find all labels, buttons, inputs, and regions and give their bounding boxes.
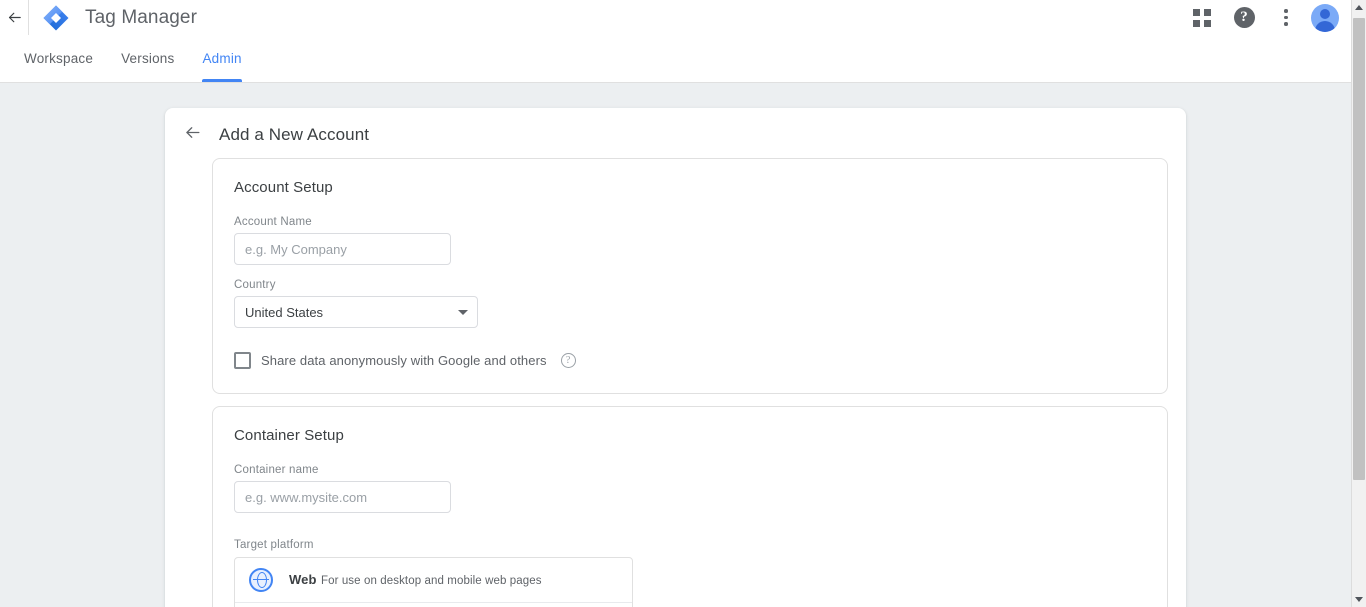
platform-option-web[interactable]: Web For use on desktop and mobile web pa… — [235, 558, 632, 603]
page-title: Add a New Account — [219, 125, 370, 144]
browser-viewport: Tag Manager ? Workspace Versions Admin A… — [0, 0, 1366, 607]
account-name-input[interactable] — [234, 233, 451, 265]
tab-versions[interactable]: Versions — [107, 34, 188, 82]
country-field: Country United States — [234, 279, 1146, 328]
appbar-actions: ? — [1185, 1, 1351, 35]
scrollbar-thumb[interactable] — [1353, 18, 1365, 480]
platform-text: Web For use on desktop and mobile web pa… — [289, 570, 542, 590]
scroll-down-arrow-icon[interactable] — [1352, 592, 1366, 607]
more-options-button[interactable] — [1269, 1, 1303, 35]
more-vert-icon — [1284, 9, 1288, 26]
target-platform-field: Target platform Web For use on desktop a… — [234, 539, 1146, 607]
arrow-left-icon — [183, 123, 202, 147]
account-setup-title: Account Setup — [234, 179, 333, 196]
app-title: Tag Manager — [85, 6, 198, 28]
tab-bar: Workspace Versions Admin — [0, 35, 1351, 83]
account-name-field: Account Name — [234, 216, 1146, 265]
brand-area[interactable]: Tag Manager — [29, 3, 197, 33]
container-setup-section: Container Setup Container name Target pl… — [212, 406, 1168, 607]
container-setup-title: Container Setup — [234, 427, 344, 444]
platform-name: Web — [289, 572, 317, 587]
target-platform-label: Target platform — [234, 539, 314, 551]
account-name-label: Account Name — [234, 216, 312, 228]
country-selected-value: United States — [245, 304, 324, 320]
platform-description: For use on desktop and mobile web pages — [320, 575, 542, 587]
container-name-label: Container name — [234, 464, 319, 476]
browser-back-button[interactable] — [0, 0, 28, 35]
platform-option-ios[interactable]: iOS iOS For use in iOS apps — [235, 603, 632, 607]
app-bar: Tag Manager ? — [0, 0, 1351, 35]
page-scrollbar[interactable] — [1351, 0, 1366, 607]
help-outline-icon[interactable]: ? — [560, 353, 576, 368]
account-setup-section: Account Setup Account Name Country Unite… — [212, 158, 1168, 394]
content-area: Add a New Account Account Setup Account … — [0, 84, 1351, 607]
container-name-field: Container name — [234, 464, 1146, 513]
help-filled-icon: ? — [1233, 7, 1255, 28]
share-data-checkbox[interactable] — [234, 352, 251, 369]
globe-icon — [249, 568, 273, 592]
help-button[interactable]: ? — [1227, 1, 1261, 35]
country-label: Country — [234, 279, 276, 291]
scroll-up-arrow-icon[interactable] — [1352, 0, 1366, 15]
container-name-input[interactable] — [234, 481, 451, 513]
page-header: Add a New Account — [165, 108, 1186, 158]
tag-manager-logo — [41, 3, 71, 33]
tab-admin[interactable]: Admin — [188, 34, 255, 82]
target-platform-list: Web For use on desktop and mobile web pa… — [234, 557, 633, 607]
chevron-down-icon — [458, 310, 468, 315]
arrow-left-icon — [6, 9, 23, 26]
apps-grid-icon — [1193, 8, 1211, 27]
add-account-card: Add a New Account Account Setup Account … — [165, 108, 1186, 607]
share-data-label: Share data anonymously with Google and o… — [261, 353, 547, 368]
page-back-button[interactable] — [179, 122, 205, 148]
user-avatar[interactable] — [1311, 3, 1339, 32]
tab-workspace[interactable]: Workspace — [10, 34, 107, 82]
share-data-row[interactable]: Share data anonymously with Google and o… — [234, 352, 1146, 369]
google-apps-button[interactable] — [1185, 1, 1219, 35]
country-select[interactable]: United States — [234, 296, 478, 328]
